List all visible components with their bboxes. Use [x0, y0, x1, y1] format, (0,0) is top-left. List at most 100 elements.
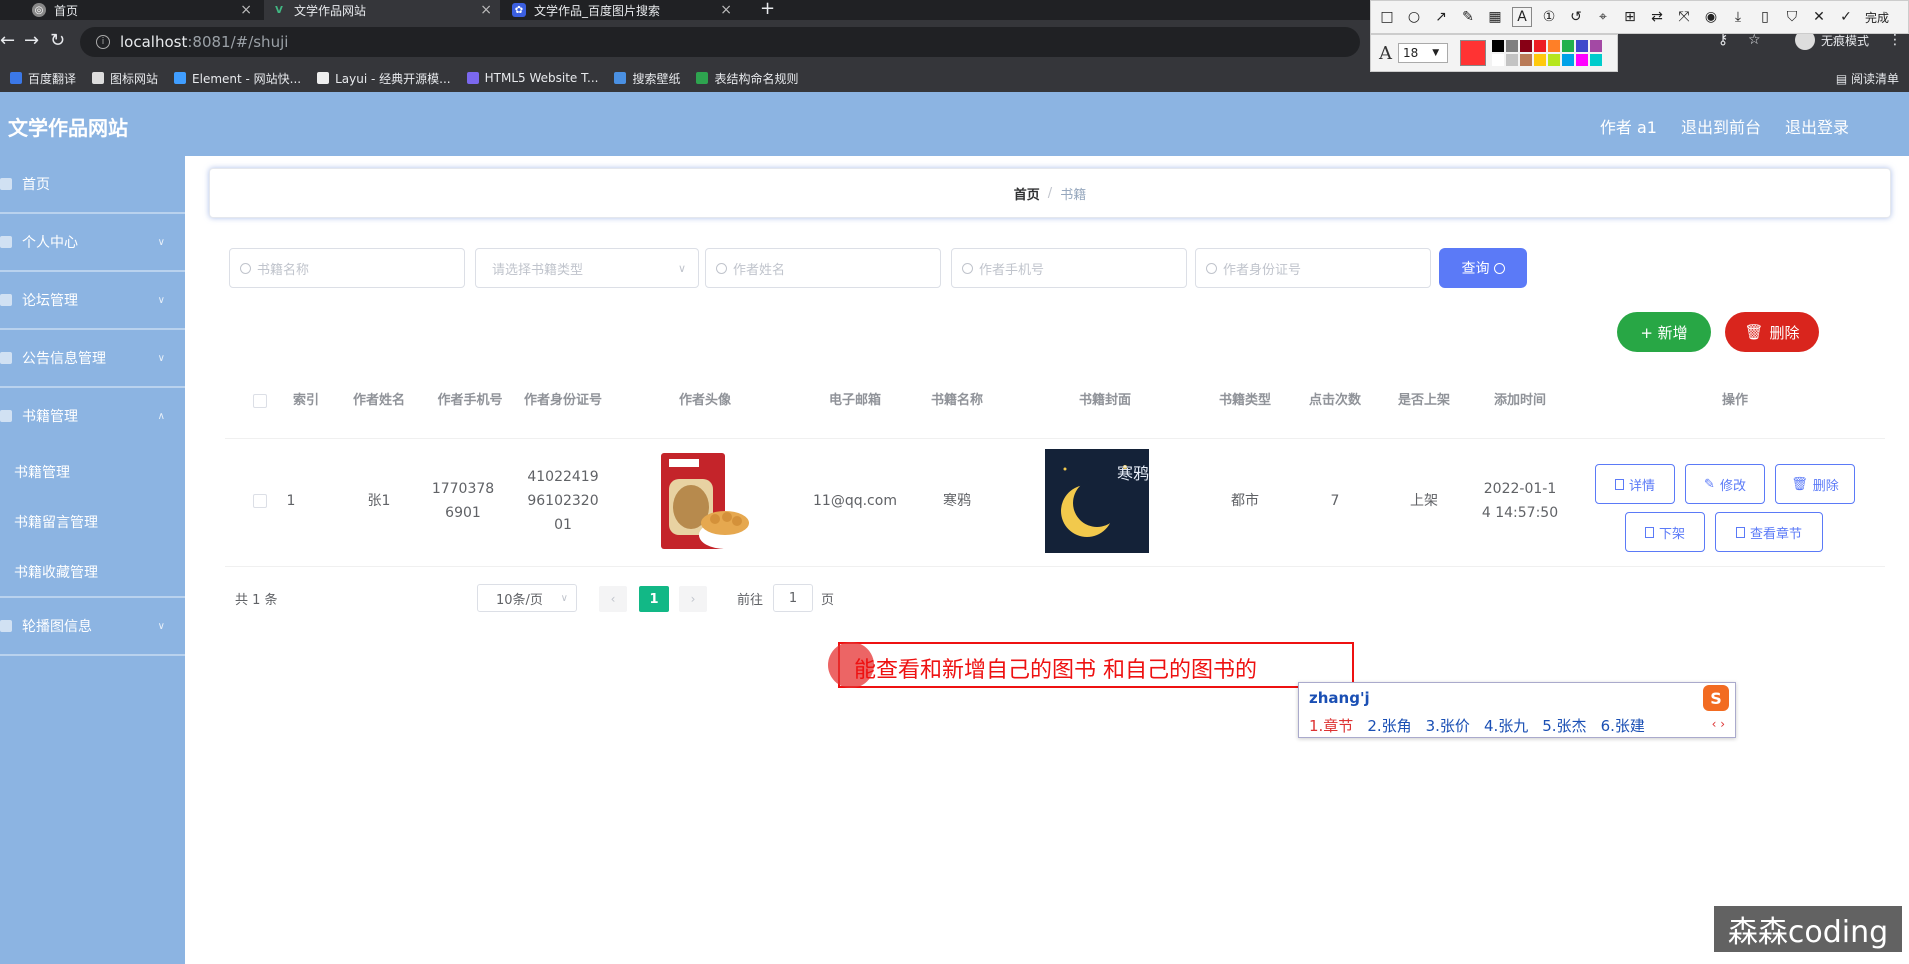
color-swatch[interactable] — [1506, 40, 1518, 52]
sidebar-subitem-book-comments[interactable]: 书籍留言管理 — [14, 512, 98, 532]
check-icon[interactable]: ✓ — [1836, 7, 1856, 27]
ellipse-tool-icon[interactable]: ○ — [1404, 7, 1424, 27]
book-name-search-input[interactable]: 书籍名称 — [229, 248, 465, 288]
sidebar-subitem-book-favorites[interactable]: 书籍收藏管理 — [14, 562, 98, 582]
detail-button[interactable]: 详情 — [1595, 464, 1675, 504]
color-swatch[interactable] — [1492, 40, 1504, 52]
bookmark-item[interactable]: 表结构命名规则 — [696, 70, 798, 87]
rectangle-tool-icon[interactable]: □ — [1377, 7, 1397, 27]
color-swatch[interactable] — [1506, 54, 1518, 66]
ime-candidate[interactable]: 6.张建 — [1601, 715, 1645, 736]
color-palette[interactable] — [1492, 40, 1602, 66]
batch-delete-button[interactable]: 🗑 删除 — [1725, 312, 1819, 352]
forward-icon[interactable]: → — [24, 30, 39, 51]
logout-link[interactable]: 退出登录 — [1785, 114, 1849, 138]
color-swatch[interactable] — [1548, 40, 1560, 52]
back-icon[interactable]: ← — [0, 30, 15, 51]
translate-tool-icon[interactable]: ⇄ — [1647, 7, 1667, 27]
tab-app[interactable]: V 文学作品网站 × — [264, 0, 500, 20]
bookmark-item[interactable]: 百度翻译 — [10, 70, 76, 87]
sidebar-item-forum[interactable]: 论坛管理 ∨ — [0, 272, 185, 328]
record-icon[interactable]: ◉ — [1701, 7, 1721, 27]
add-book-button[interactable]: + 新增 — [1617, 312, 1711, 352]
sidebar-item-home[interactable]: 首页 — [0, 156, 185, 212]
url-input[interactable]: i localhost:8081/#/shuji — [80, 27, 1360, 57]
phone-icon[interactable]: ▯ — [1755, 7, 1775, 27]
text-tool-icon[interactable]: A — [1512, 7, 1532, 27]
menu-kebab-icon[interactable]: ⋮ — [1888, 32, 1902, 48]
ime-page-arrows[interactable]: ‹ › — [1712, 717, 1725, 731]
arrow-tool-icon[interactable]: ↗ — [1431, 7, 1451, 27]
ime-candidate[interactable]: 5.张杰 — [1542, 715, 1586, 736]
author-phone-search-input[interactable]: 作者手机号 — [951, 248, 1187, 288]
number-tool-icon[interactable]: ① — [1539, 7, 1559, 27]
undo-icon[interactable]: ↺ — [1566, 7, 1586, 27]
bookmark-item[interactable]: 搜索壁纸 — [614, 70, 680, 87]
back-to-frontend-link[interactable]: 退出到前台 — [1681, 114, 1761, 138]
row-checkbox[interactable] — [245, 446, 275, 556]
scroll-capture-icon[interactable]: ⤧ — [1674, 7, 1694, 27]
color-swatch[interactable] — [1520, 54, 1532, 66]
view-chapters-button[interactable]: 查看章节 — [1715, 512, 1823, 552]
tab-home[interactable]: ◎ 首页 × — [24, 0, 260, 20]
bookmark-star-icon[interactable]: ☆ — [1748, 32, 1761, 48]
bookmark-item[interactable]: Layui - 经典开源模... — [317, 70, 451, 87]
breadcrumb-home[interactable]: 首页 — [1014, 184, 1040, 203]
edit-button[interactable]: ✎ 修改 — [1685, 464, 1765, 504]
ime-candidate[interactable]: 1.章节 — [1309, 715, 1353, 736]
current-color-swatch[interactable] — [1460, 40, 1486, 66]
font-size-select[interactable]: 18 ▼ — [1398, 43, 1448, 63]
close-icon[interactable]: × — [720, 2, 732, 18]
ime-candidate[interactable]: 4.张九 — [1484, 715, 1528, 736]
current-page-button[interactable]: 1 — [639, 586, 669, 612]
color-swatch[interactable] — [1534, 54, 1546, 66]
tab-baidu-images[interactable]: ✿ 文学作品_百度图片搜索 × — [504, 0, 740, 20]
author-id-search-input[interactable]: 作者身份证号 — [1195, 248, 1431, 288]
reload-icon[interactable]: ↻ — [50, 30, 65, 51]
color-swatch[interactable] — [1562, 54, 1574, 66]
close-icon[interactable]: ✕ — [1809, 7, 1829, 27]
reading-list-button[interactable]: ▤ 阅读清单 — [1836, 70, 1899, 87]
sidebar-item-books[interactable]: 书籍管理 ∧ — [0, 388, 185, 444]
page-size-select[interactable]: 10条/页 ∨ — [477, 584, 577, 612]
ime-candidate[interactable]: 2.张角 — [1367, 715, 1411, 736]
sidebar-item-notices[interactable]: 公告信息管理 ∨ — [0, 330, 185, 386]
download-icon[interactable]: ⤓ — [1728, 7, 1748, 27]
bookmark-icon[interactable]: ⛉ — [1782, 7, 1802, 27]
color-swatch[interactable] — [1548, 54, 1560, 66]
color-swatch[interactable] — [1520, 40, 1532, 52]
color-swatch[interactable] — [1562, 40, 1574, 52]
sidebar-item-profile[interactable]: 个人中心 ∨ — [0, 214, 185, 270]
sidebar-item-carousel[interactable]: 轮播图信息 ∨ — [0, 598, 185, 654]
pen-tool-icon[interactable]: ✎ — [1458, 7, 1478, 27]
color-swatch[interactable] — [1590, 40, 1602, 52]
query-button[interactable]: 查询 — [1439, 248, 1527, 288]
color-swatch[interactable] — [1576, 54, 1588, 66]
site-info-icon[interactable]: i — [96, 35, 110, 49]
new-tab-button[interactable]: + — [760, 0, 775, 19]
next-page-button[interactable]: › — [679, 586, 707, 612]
color-swatch[interactable] — [1576, 40, 1588, 52]
unshelf-button[interactable]: 下架 — [1625, 512, 1705, 552]
goto-page-input[interactable]: 1 — [773, 584, 813, 612]
author-name-search-input[interactable]: 作者姓名 — [705, 248, 941, 288]
pin-icon[interactable]: ⌖ — [1593, 7, 1613, 27]
done-label[interactable]: 完成 — [1865, 9, 1889, 26]
bookmark-item[interactable]: 图标网站 — [92, 70, 158, 87]
color-swatch[interactable] — [1590, 54, 1602, 66]
bookmark-item[interactable]: Element - 网站快... — [174, 70, 301, 87]
color-swatch[interactable] — [1534, 40, 1546, 52]
prev-page-button[interactable]: ‹ — [599, 586, 627, 612]
close-icon[interactable]: × — [480, 2, 492, 18]
ime-candidate[interactable]: 3.张价 — [1426, 715, 1470, 736]
delete-button[interactable]: 🗑 删除 — [1775, 464, 1855, 504]
select-all-checkbox[interactable] — [245, 376, 275, 426]
close-icon[interactable]: × — [240, 2, 252, 18]
key-icon[interactable]: ⚷ — [1718, 32, 1728, 48]
mosaic-tool-icon[interactable]: ▦ — [1485, 7, 1505, 27]
bookmark-item[interactable]: HTML5 Website T... — [466, 71, 598, 85]
ocr-icon[interactable]: ⊞ — [1620, 7, 1640, 27]
sidebar-subitem-book-manage[interactable]: 书籍管理 — [14, 462, 70, 482]
color-swatch[interactable] — [1492, 54, 1504, 66]
book-type-select[interactable]: 请选择书籍类型 ∨ — [475, 248, 699, 288]
